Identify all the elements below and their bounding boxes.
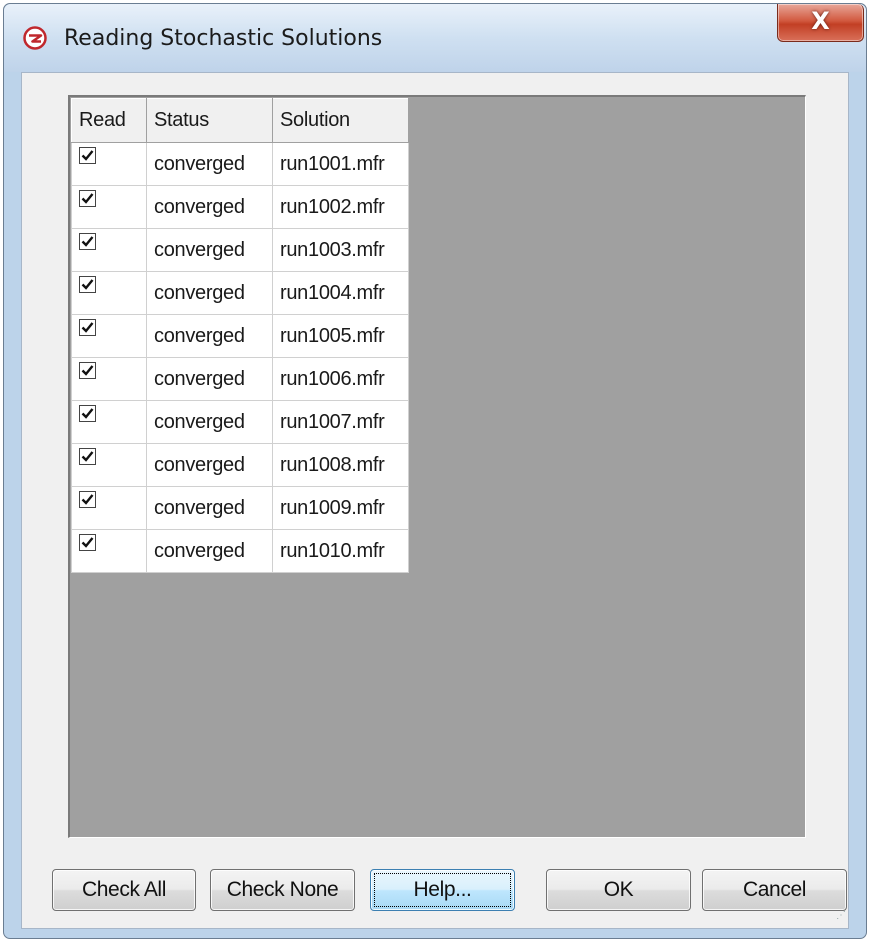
- checkmark-icon: [81, 235, 94, 247]
- column-header-solution[interactable]: Solution: [272, 98, 409, 143]
- checkmark-icon: [81, 192, 94, 204]
- status-cell[interactable]: converged: [146, 228, 273, 272]
- table-row[interactable]: converged run1001.mfr: [71, 142, 409, 186]
- solution-cell[interactable]: run1006.mfr: [272, 357, 409, 401]
- checkmark-icon: [81, 364, 94, 376]
- checkmark-icon: [81, 450, 94, 462]
- read-checkbox[interactable]: [79, 146, 96, 164]
- read-cell[interactable]: [71, 142, 147, 186]
- table-row[interactable]: converged run1006.mfr: [71, 357, 409, 401]
- table-row[interactable]: converged run1003.mfr: [71, 228, 409, 272]
- resize-grip-icon[interactable]: ⋰: [832, 911, 846, 926]
- checkmark-icon: [81, 407, 94, 419]
- column-header-read[interactable]: Read: [71, 98, 147, 143]
- table-row[interactable]: converged run1002.mfr: [71, 185, 409, 229]
- read-checkbox[interactable]: [79, 447, 96, 465]
- solution-cell[interactable]: run1010.mfr: [272, 529, 409, 573]
- ok-button[interactable]: OK: [546, 869, 691, 911]
- window-title: Reading Stochastic Solutions: [64, 26, 383, 51]
- status-cell[interactable]: converged: [146, 529, 273, 573]
- checkmark-icon: [81, 321, 94, 333]
- status-cell[interactable]: converged: [146, 185, 273, 229]
- status-cell[interactable]: converged: [146, 357, 273, 401]
- solution-cell[interactable]: run1009.mfr: [272, 486, 409, 530]
- checkmark-icon: [81, 278, 94, 290]
- checkmark-icon: [81, 493, 94, 505]
- dialog-client-area: Read Status Solution converged run1001.mf…: [21, 72, 849, 929]
- solutions-table: Read Status Solution converged run1001.mf…: [71, 98, 409, 573]
- status-cell[interactable]: converged: [146, 271, 273, 315]
- table-row[interactable]: converged run1007.mfr: [71, 400, 409, 444]
- solution-cell[interactable]: run1003.mfr: [272, 228, 409, 272]
- read-checkbox[interactable]: [79, 361, 96, 379]
- solution-cell[interactable]: run1005.mfr: [272, 314, 409, 358]
- close-button[interactable]: X: [777, 4, 864, 42]
- table-row[interactable]: converged run1009.mfr: [71, 486, 409, 530]
- read-checkbox[interactable]: [79, 232, 96, 250]
- check-all-button[interactable]: Check All: [52, 869, 196, 911]
- solution-cell[interactable]: run1008.mfr: [272, 443, 409, 487]
- read-cell[interactable]: [71, 529, 147, 573]
- read-cell[interactable]: [71, 314, 147, 358]
- read-cell[interactable]: [71, 486, 147, 530]
- read-cell[interactable]: [71, 271, 147, 315]
- cancel-button[interactable]: Cancel: [702, 869, 847, 911]
- dialog-window: Reading Stochastic Solutions X Read Stat…: [3, 3, 867, 939]
- read-cell[interactable]: [71, 185, 147, 229]
- read-checkbox[interactable]: [79, 275, 96, 293]
- table-row[interactable]: converged run1005.mfr: [71, 314, 409, 358]
- app-logo-icon: [23, 26, 47, 50]
- read-cell[interactable]: [71, 228, 147, 272]
- read-cell[interactable]: [71, 443, 147, 487]
- check-none-button[interactable]: Check None: [210, 869, 355, 911]
- checkmark-icon: [81, 149, 94, 161]
- solution-cell[interactable]: run1001.mfr: [272, 142, 409, 186]
- read-checkbox[interactable]: [79, 189, 96, 207]
- solution-cell[interactable]: run1004.mfr: [272, 271, 409, 315]
- title-bar[interactable]: Reading Stochastic Solutions X: [4, 4, 866, 72]
- read-checkbox[interactable]: [79, 318, 96, 336]
- focus-ring: [374, 873, 511, 907]
- grid-body: converged run1001.mfr converged run1002.mfr…: [71, 142, 409, 573]
- status-cell[interactable]: converged: [146, 400, 273, 444]
- table-row[interactable]: converged run1008.mfr: [71, 443, 409, 487]
- table-row[interactable]: converged run1010.mfr: [71, 529, 409, 573]
- read-checkbox[interactable]: [79, 533, 96, 551]
- read-cell[interactable]: [71, 400, 147, 444]
- status-cell[interactable]: converged: [146, 314, 273, 358]
- grid-header-row: Read Status Solution: [71, 98, 409, 143]
- read-cell[interactable]: [71, 357, 147, 401]
- solution-cell[interactable]: run1002.mfr: [272, 185, 409, 229]
- table-row[interactable]: converged run1004.mfr: [71, 271, 409, 315]
- solution-cell[interactable]: run1007.mfr: [272, 400, 409, 444]
- read-checkbox[interactable]: [79, 490, 96, 508]
- close-icon: X: [811, 7, 830, 35]
- status-cell[interactable]: converged: [146, 486, 273, 530]
- help-button[interactable]: Help...: [370, 869, 515, 911]
- column-header-status[interactable]: Status: [146, 98, 273, 143]
- checkmark-icon: [81, 536, 94, 548]
- status-cell[interactable]: converged: [146, 443, 273, 487]
- read-checkbox[interactable]: [79, 404, 96, 422]
- status-cell[interactable]: converged: [146, 142, 273, 186]
- solutions-grid[interactable]: Read Status Solution converged run1001.mf…: [68, 95, 806, 838]
